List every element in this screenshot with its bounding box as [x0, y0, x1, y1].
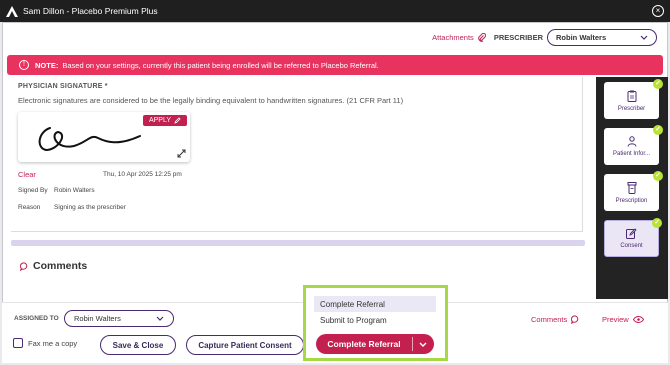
- notice-text: Based on your settings, currently this p…: [62, 60, 379, 70]
- check-icon: ✓: [653, 171, 663, 181]
- signed-by-row: Signed By Robin Walters: [18, 187, 95, 194]
- signature-pad[interactable]: APPLY: [18, 112, 190, 162]
- expand-icon[interactable]: [177, 149, 186, 158]
- fax-copy-checkbox[interactable]: Fax me a copy: [13, 338, 77, 348]
- pen-icon: [174, 117, 181, 124]
- check-icon: ✓: [653, 79, 663, 89]
- edit-icon: [626, 228, 637, 239]
- complete-referral-button[interactable]: Complete Referral: [316, 339, 412, 349]
- comments-section: [11, 246, 585, 301]
- comments-title: Comments: [33, 260, 88, 272]
- check-icon: ✓: [652, 218, 662, 228]
- sidebar-item-consent[interactable]: Consent ✓: [604, 218, 662, 257]
- paperclip-icon: [478, 32, 486, 42]
- checkbox-icon[interactable]: [13, 338, 23, 348]
- pill-bottle-icon: [627, 181, 636, 194]
- menu-item-complete-referral[interactable]: Complete Referral: [314, 296, 436, 312]
- clear-signature-link[interactable]: Clear: [18, 170, 36, 179]
- step-sidebar: Prescriber ✓ Patient Infor... ✓ Prescrip…: [596, 77, 668, 299]
- app-logo-icon: [5, 4, 19, 18]
- prescriber-label: PRESCRIBER: [493, 32, 543, 42]
- check-icon: ✓: [653, 125, 663, 135]
- sidebar-item-label: Prescriber: [617, 105, 646, 112]
- save-close-button[interactable]: Save & Close: [100, 335, 176, 355]
- info-icon: !: [19, 60, 29, 70]
- attachments-label: Attachments: [432, 32, 474, 42]
- signature-date: Thu, 10 Apr 2025 12:25 pm: [103, 171, 182, 178]
- sidebar-item-label: Prescription: [615, 197, 648, 204]
- reason-row: Reason Signing as the prescriber: [18, 204, 126, 211]
- capture-consent-button[interactable]: Capture Patient Consent: [186, 335, 304, 355]
- signature-drawing: [38, 127, 141, 152]
- comments-link[interactable]: Comments: [531, 315, 580, 324]
- chevron-down-icon: [419, 342, 427, 347]
- preview-link[interactable]: Preview: [602, 315, 644, 324]
- menu-item-submit-to-program[interactable]: Submit to Program: [314, 312, 436, 328]
- sidebar-item-prescriber[interactable]: Prescriber ✓: [604, 79, 663, 119]
- comments-link-label: Comments: [531, 315, 568, 324]
- apply-signature-button[interactable]: APPLY: [143, 115, 187, 126]
- apply-label: APPLY: [148, 117, 172, 124]
- complete-options-toggle[interactable]: [413, 342, 433, 347]
- attachments-link[interactable]: Attachments: [432, 32, 486, 42]
- sidebar-item-label: Consent: [620, 243, 643, 249]
- referral-notice-banner: ! NOTE: Based on your settings, currentl…: [7, 55, 663, 75]
- assigned-to-label: ASSIGNED TO: [14, 315, 59, 322]
- chevron-down-icon: [156, 316, 164, 321]
- complete-options-menu: Complete Referral Submit to Program: [314, 296, 436, 333]
- reason-value: Signing as the prescriber: [54, 204, 126, 211]
- signature-heading: PHYSICIAN SIGNATURE *: [18, 83, 108, 90]
- comment-bubble-icon: [571, 315, 579, 324]
- prescriber-select[interactable]: Robin Walters: [547, 28, 657, 46]
- signature-description: Electronic signatures are considered to …: [18, 96, 404, 105]
- sidebar-item-patient-information[interactable]: Patient Infor... ✓: [604, 125, 663, 165]
- assigned-to-select[interactable]: Robin Walters: [64, 310, 174, 327]
- complete-referral-split-button[interactable]: Complete Referral: [316, 334, 434, 354]
- person-icon: [627, 136, 636, 147]
- window-titlebar: Sam Dillon - Placebo Premium Plus ×: [0, 0, 670, 22]
- eye-icon: [632, 316, 644, 323]
- window-title: Sam Dillon - Placebo Premium Plus: [23, 6, 158, 16]
- reason-label: Reason: [18, 204, 41, 211]
- comments-heading: Comments: [20, 260, 87, 272]
- signed-by-label: Signed By: [18, 187, 48, 194]
- notice-prefix: NOTE:: [35, 60, 59, 70]
- preview-link-label: Preview: [602, 315, 629, 324]
- chevron-down-icon: [640, 35, 648, 40]
- close-window-icon[interactable]: ×: [652, 5, 664, 17]
- clipboard-icon: [627, 90, 636, 102]
- fax-label: Fax me a copy: [28, 338, 78, 348]
- assigned-to-value: Robin Walters: [74, 314, 121, 323]
- prescriber-value: Robin Walters: [556, 32, 607, 42]
- header-bar: Attachments PRESCRIBER Robin Walters: [2, 22, 668, 52]
- signed-by-value: Robin Walters: [54, 187, 95, 194]
- sidebar-item-label: Patient Infor...: [612, 151, 651, 157]
- sidebar-item-prescription[interactable]: Prescription ✓: [604, 171, 663, 211]
- comment-bubble-icon: [20, 261, 28, 271]
